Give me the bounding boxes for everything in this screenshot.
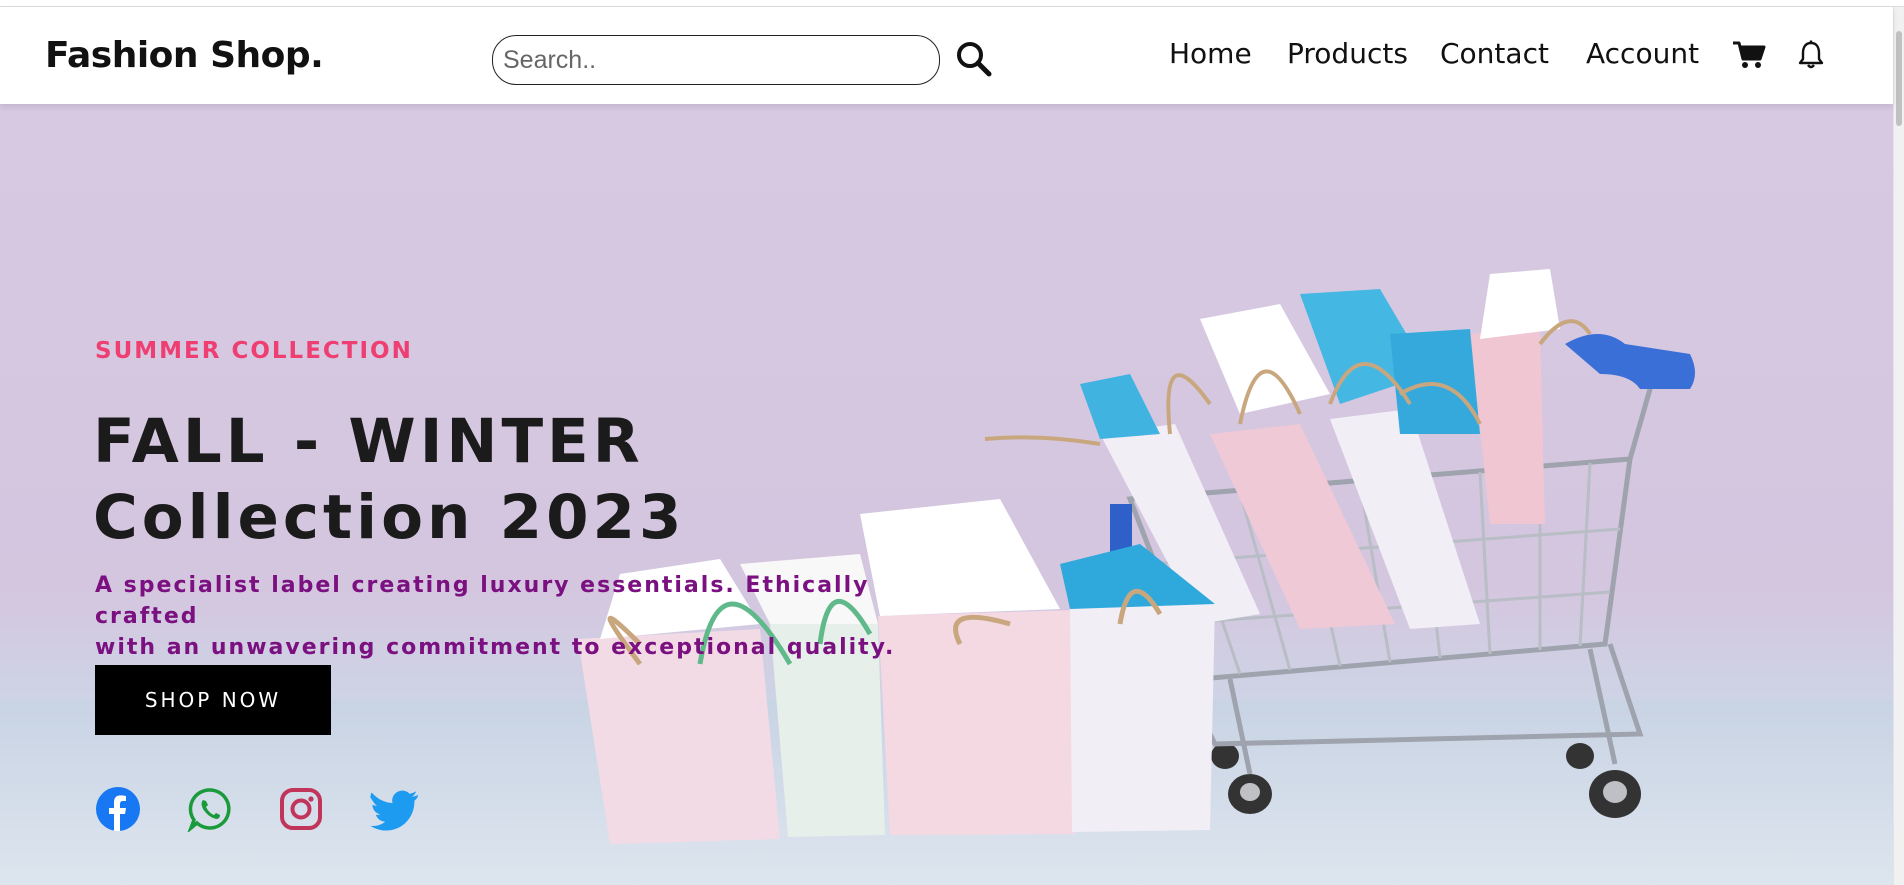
hero-eyebrow: SUMMER COLLECTION bbox=[95, 338, 413, 364]
scrollbar-thumb[interactable] bbox=[1896, 31, 1902, 126]
shop-now-button[interactable]: SHOP NOW bbox=[95, 665, 331, 735]
cart-icon[interactable] bbox=[1732, 40, 1766, 74]
instagram-icon[interactable] bbox=[278, 786, 324, 832]
bell-icon[interactable] bbox=[1797, 40, 1825, 74]
search-input[interactable] bbox=[492, 35, 940, 85]
hero-headline: FALL - WINTER Collection 2023 bbox=[93, 404, 685, 556]
nav-link-home[interactable]: Home bbox=[1169, 37, 1252, 70]
nav-link-account[interactable]: Account bbox=[1586, 37, 1699, 70]
site-logo[interactable]: Fashion Shop. bbox=[45, 35, 324, 76]
window-top-edge bbox=[0, 0, 1904, 7]
search-icon[interactable] bbox=[955, 40, 995, 80]
hero-subtext-line1: A specialist label creating luxury essen… bbox=[95, 573, 870, 629]
nav-link-contact[interactable]: Contact bbox=[1440, 37, 1549, 70]
navbar: Fashion Shop. Home Products Contact Acco… bbox=[0, 7, 1893, 104]
page-scrollbar[interactable] bbox=[1893, 7, 1904, 885]
hero-headline-line2: Collection 2023 bbox=[93, 482, 686, 553]
facebook-icon[interactable] bbox=[95, 786, 141, 832]
nav-link-products[interactable]: Products bbox=[1287, 37, 1408, 70]
hero-subtext-line2: with an unwavering commitment to excepti… bbox=[95, 635, 896, 660]
whatsapp-icon[interactable] bbox=[187, 786, 233, 834]
hero-subtext: A specialist label creating luxury essen… bbox=[95, 570, 915, 663]
hero-banner: SUMMER COLLECTION FALL - WINTER Collecti… bbox=[0, 104, 1893, 885]
twitter-icon[interactable] bbox=[370, 786, 418, 832]
hero-headline-line1: FALL - WINTER bbox=[93, 406, 644, 477]
